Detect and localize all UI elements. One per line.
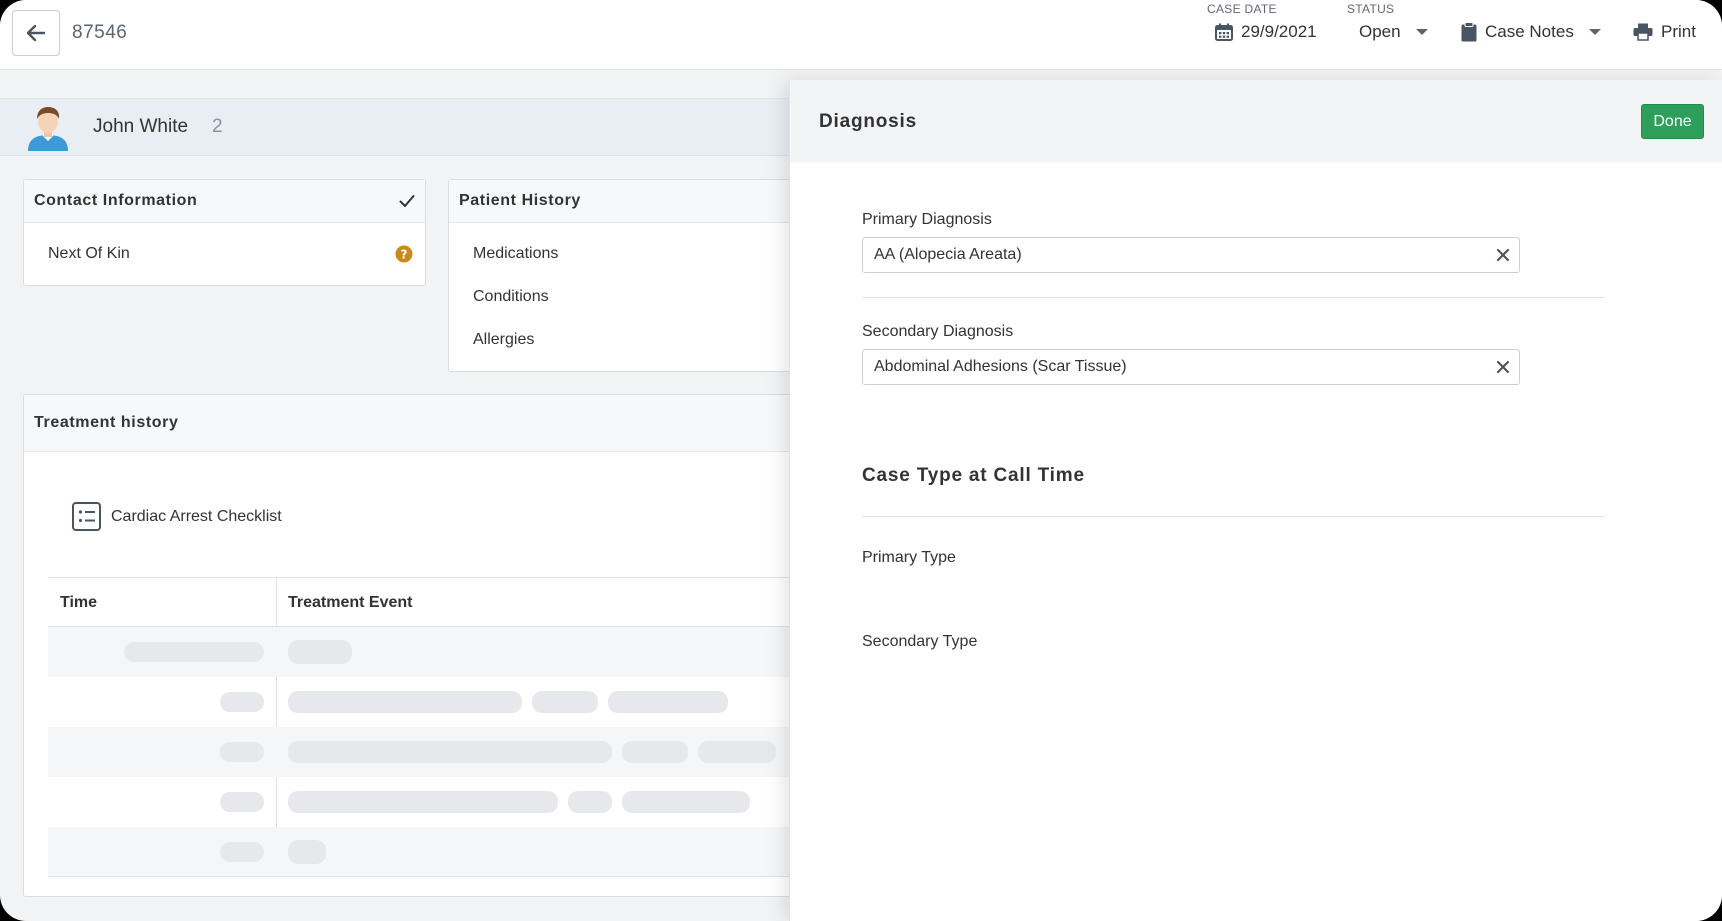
- skeleton-placeholder: [288, 840, 326, 864]
- patient-count: 2: [212, 116, 223, 137]
- case-date-value: 29/9/2021: [1241, 22, 1317, 41]
- secondary-type-label: Secondary Type: [862, 633, 978, 650]
- done-button[interactable]: Done: [1641, 104, 1704, 139]
- top-bar: 87546 CASE DATE 29/9/2021 STATUS Open Ca…: [0, 0, 1722, 70]
- skeleton-placeholder: [288, 691, 522, 713]
- treatment-history-header: Treatment history: [24, 395, 807, 452]
- skeleton-placeholder: [622, 741, 688, 763]
- contact-card-title: Contact Information: [34, 192, 198, 209]
- table-row: [48, 827, 809, 876]
- print-label: Print: [1661, 22, 1696, 41]
- column-header-event[interactable]: Treatment Event: [288, 594, 412, 612]
- contact-information-card: Contact Information Next Of Kin ?: [23, 179, 426, 286]
- svg-text:?: ?: [401, 248, 408, 262]
- contact-card-header[interactable]: Contact Information: [24, 180, 425, 223]
- skeleton-placeholder: [220, 792, 264, 812]
- diagnosis-title: Diagnosis: [819, 111, 917, 132]
- skeleton-placeholder: [288, 741, 612, 763]
- skeleton-placeholder: [288, 791, 558, 813]
- skeleton-placeholder: [220, 692, 264, 712]
- check-icon: [399, 195, 415, 207]
- column-header-time[interactable]: Time: [60, 594, 97, 612]
- checklist-label: Cardiac Arrest Checklist: [111, 507, 282, 525]
- diagnosis-panel: Diagnosis Done Primary Diagnosis AA (Alo…: [789, 80, 1722, 921]
- primary-type-label: Primary Type: [862, 549, 956, 566]
- skeleton-placeholder: [698, 741, 776, 763]
- treatment-history-title: Treatment history: [34, 414, 179, 431]
- case-type-title: Case Type at Call Time: [862, 465, 1085, 486]
- secondary-diagnosis-value: Abdominal Adhesions (Scar Tissue): [874, 358, 1127, 375]
- skeleton-placeholder: [124, 642, 264, 662]
- history-item-medications[interactable]: Medications: [473, 245, 558, 263]
- skeleton-placeholder: [220, 742, 264, 762]
- skeleton-placeholder: [220, 842, 264, 862]
- case-notes-dropdown[interactable]: Case Notes: [1461, 22, 1602, 42]
- secondary-diagnosis-field[interactable]: Abdominal Adhesions (Scar Tissue): [862, 349, 1520, 385]
- checklist-icon: [72, 502, 101, 531]
- next-of-kin-item[interactable]: Next Of Kin: [48, 245, 130, 263]
- help-icon[interactable]: ?: [395, 245, 413, 263]
- case-notes-label: Case Notes: [1485, 22, 1574, 41]
- patient-name: John White: [93, 116, 189, 137]
- clear-icon[interactable]: [1495, 247, 1511, 263]
- status-value: Open: [1359, 22, 1401, 41]
- patient-history-header[interactable]: Patient History: [449, 180, 807, 223]
- patient-history-title: Patient History: [459, 192, 581, 209]
- status-dropdown[interactable]: Open: [1359, 22, 1429, 42]
- skeleton-placeholder: [532, 691, 598, 713]
- diagnosis-panel-header: Diagnosis Done: [790, 80, 1722, 162]
- patient-history-card: Patient History Medications Conditions A…: [448, 179, 808, 372]
- printer-icon: [1633, 23, 1653, 41]
- caret-down-icon: [1415, 29, 1428, 35]
- history-item-allergies[interactable]: Allergies: [473, 331, 534, 349]
- treatment-table: Time Treatment Event: [48, 577, 809, 877]
- primary-diagnosis-label: Primary Diagnosis: [862, 211, 992, 228]
- skeleton-placeholder: [288, 640, 352, 664]
- primary-diagnosis-field[interactable]: AA (Alopecia Areata): [862, 237, 1520, 273]
- case-date-label: CASE DATE: [1207, 2, 1277, 16]
- app-window: 87546 CASE DATE 29/9/2021 STATUS Open Ca…: [0, 0, 1722, 921]
- checklist-link[interactable]: Cardiac Arrest Checklist: [72, 502, 282, 531]
- primary-diagnosis-value: AA (Alopecia Areata): [874, 246, 1022, 263]
- back-button[interactable]: [12, 10, 60, 56]
- skeleton-placeholder: [568, 791, 612, 813]
- case-date-picker[interactable]: 29/9/2021: [1215, 22, 1317, 42]
- case-id: 87546: [72, 22, 128, 43]
- clear-icon[interactable]: [1495, 359, 1511, 375]
- avatar: [28, 107, 68, 151]
- caret-down-icon: [1588, 29, 1601, 35]
- print-button[interactable]: Print: [1633, 22, 1696, 42]
- calendar-icon: [1215, 23, 1233, 41]
- skeleton-placeholder: [608, 691, 728, 713]
- secondary-diagnosis-label: Secondary Diagnosis: [862, 323, 1014, 340]
- divider: [862, 297, 1604, 298]
- clipboard-icon: [1461, 22, 1477, 42]
- status-label: STATUS: [1347, 2, 1395, 16]
- treatment-history-card: Treatment history Cardiac Arrest Checkli…: [23, 394, 809, 897]
- skeleton-placeholder: [622, 791, 750, 813]
- divider: [862, 516, 1604, 517]
- arrow-left-icon: [26, 24, 46, 42]
- history-item-conditions[interactable]: Conditions: [473, 288, 549, 306]
